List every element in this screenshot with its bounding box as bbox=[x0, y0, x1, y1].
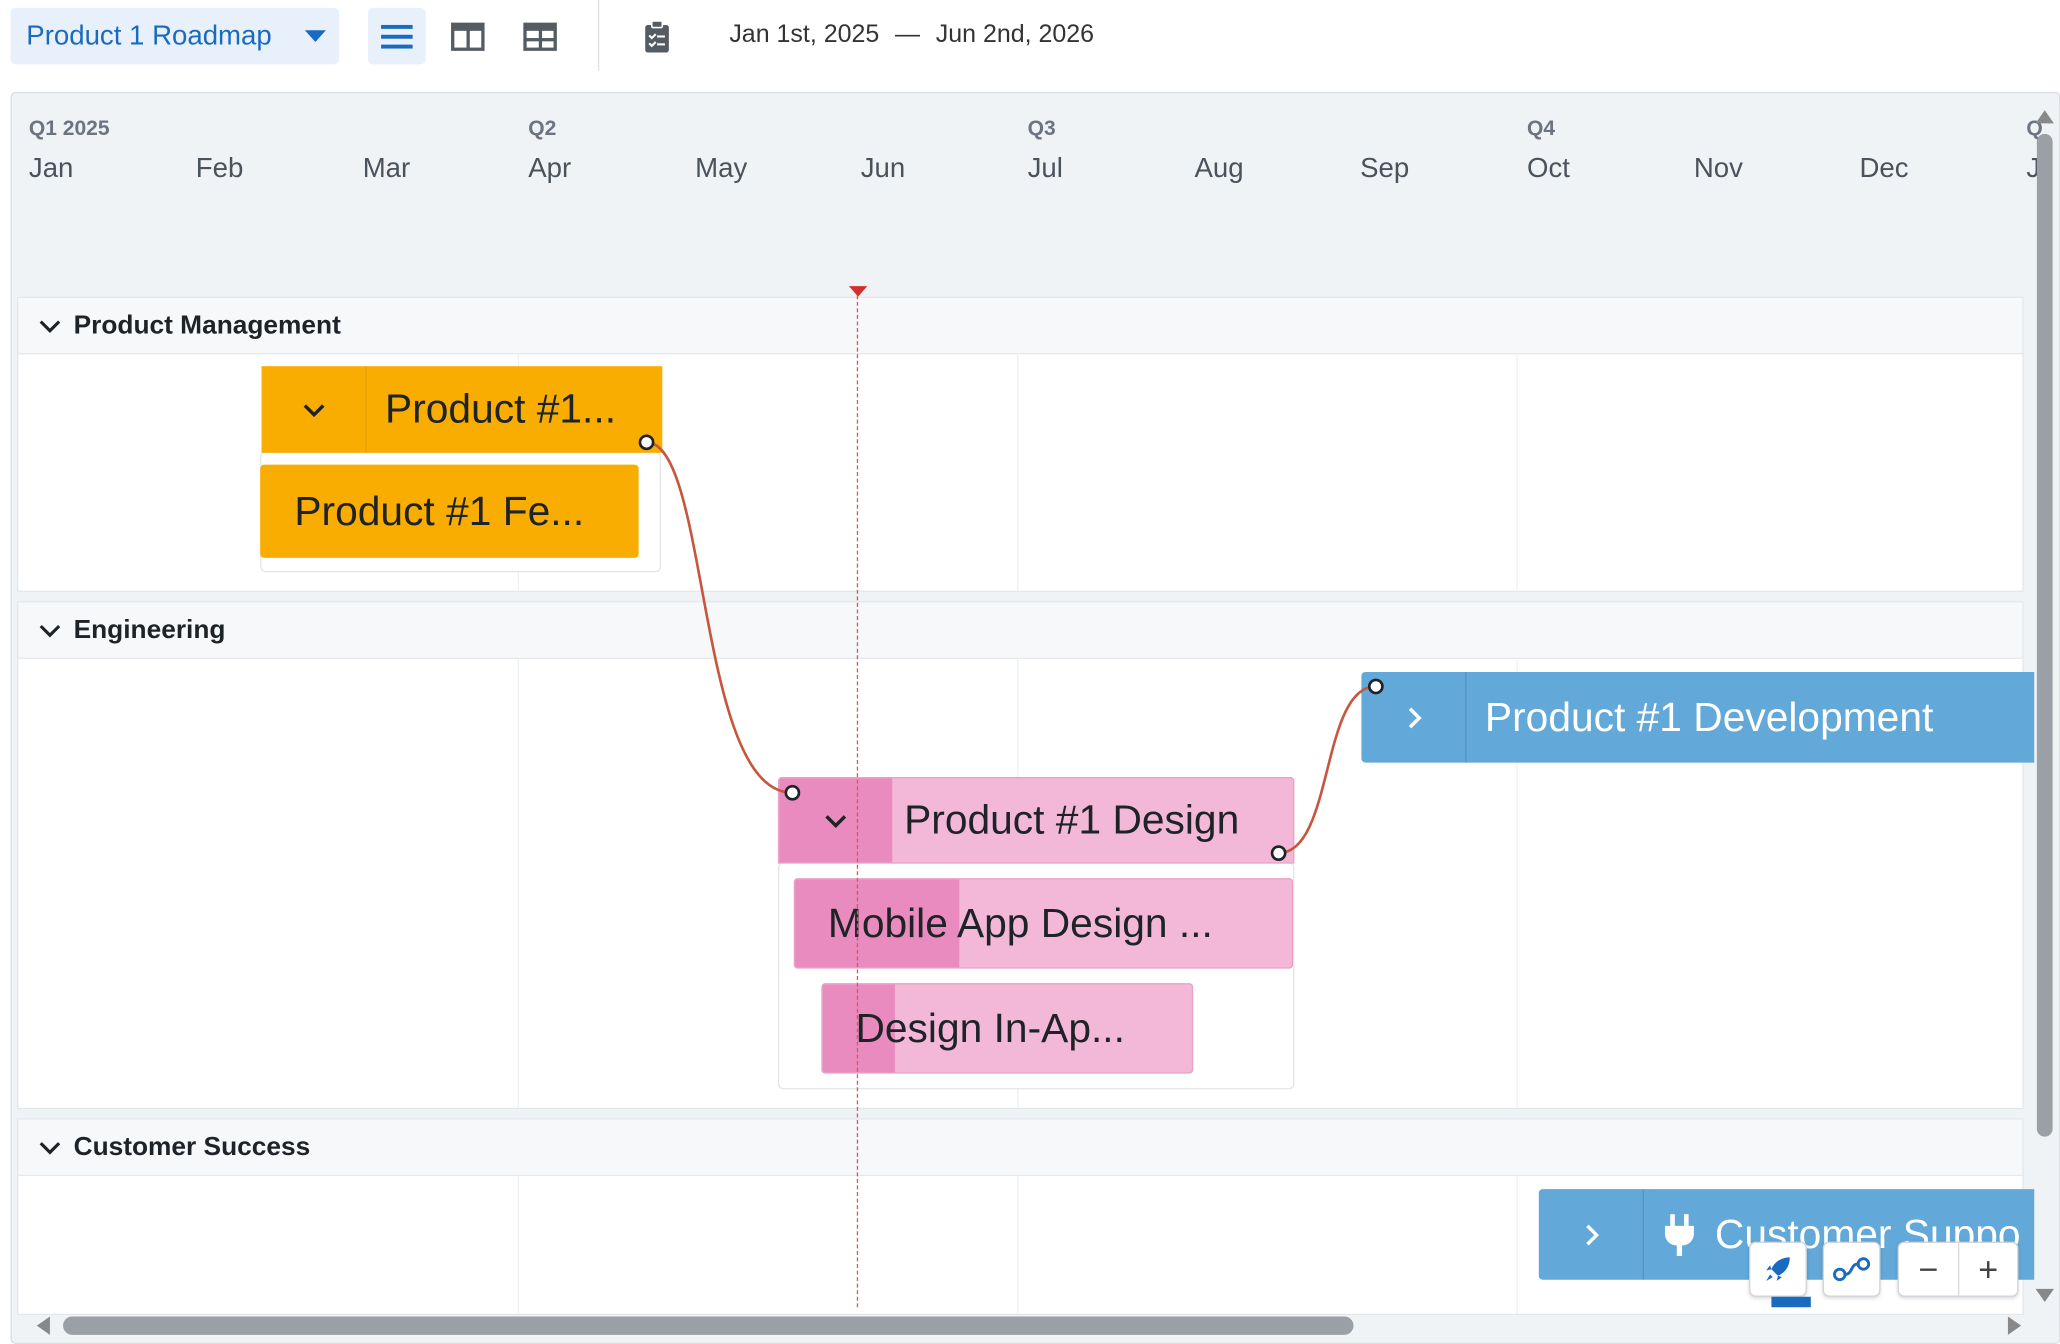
scroll-down-arrow[interactable] bbox=[2035, 1288, 2054, 1302]
dependency-icon bbox=[1833, 1257, 1871, 1282]
zoom-in-button[interactable]: + bbox=[1959, 1249, 2017, 1290]
zoom-out-button[interactable]: − bbox=[1899, 1249, 1958, 1290]
rocket-icon bbox=[1766, 1257, 1790, 1281]
today-marker bbox=[848, 286, 868, 297]
scroll-up-arrow[interactable] bbox=[2035, 110, 2054, 124]
zoom-controls: − + bbox=[1897, 1241, 2019, 1297]
launch-button[interactable] bbox=[1749, 1241, 1807, 1297]
horizontal-scroll-thumb[interactable] bbox=[63, 1316, 1354, 1335]
vertical-scroll-thumb[interactable] bbox=[2036, 133, 2053, 1137]
scroll-right-arrow[interactable] bbox=[2007, 1316, 2022, 1335]
dependencies-button[interactable] bbox=[1822, 1241, 1881, 1297]
today-line bbox=[856, 288, 859, 1308]
minimap-indicator bbox=[1771, 1296, 1811, 1308]
scroll-left-arrow[interactable] bbox=[36, 1316, 50, 1335]
dependency-lines bbox=[638, 434, 1384, 861]
